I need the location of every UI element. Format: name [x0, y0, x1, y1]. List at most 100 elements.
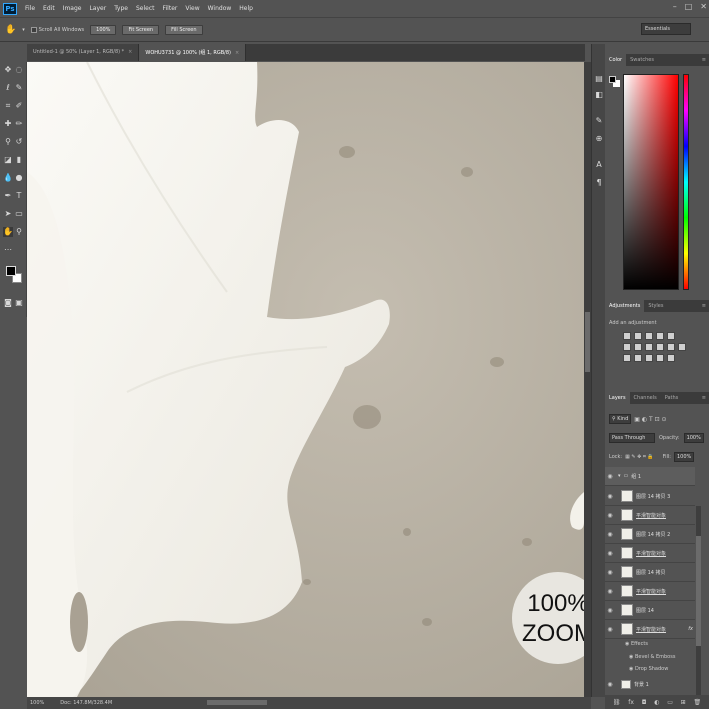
zoom-level[interactable]: 100%	[30, 700, 44, 706]
channel-mixer-icon[interactable]	[667, 343, 675, 351]
black-white-icon[interactable]	[645, 343, 653, 351]
add-style-icon[interactable]: fx	[628, 699, 634, 706]
tab-color[interactable]: Color	[605, 54, 627, 66]
color-balance-icon[interactable]	[634, 343, 642, 351]
menu-edit[interactable]: Edit	[39, 5, 59, 12]
menu-select[interactable]: Select	[132, 5, 159, 12]
lasso-tool-icon[interactable]: ℓ	[3, 83, 13, 93]
brush-panel-icon[interactable]: ✎	[594, 116, 604, 126]
add-mask-icon[interactable]: ◘	[642, 699, 647, 706]
maximize-icon[interactable]: □	[685, 2, 693, 11]
tab-paths[interactable]: Paths	[661, 395, 683, 401]
invert-icon[interactable]	[623, 354, 631, 362]
delete-layer-icon[interactable]: 🗑	[693, 699, 701, 706]
link-layers-icon[interactable]: ⛓	[613, 699, 621, 706]
layer-row[interactable]: ◉ 图层 14 拷贝 3	[605, 487, 695, 506]
visibility-eye-icon[interactable]: ◉	[605, 473, 615, 480]
visibility-eye-icon[interactable]: ◉	[605, 681, 615, 688]
selective-color-icon[interactable]	[667, 354, 675, 362]
menu-file[interactable]: File	[21, 5, 39, 12]
brightness-icon[interactable]	[623, 332, 631, 340]
layer-row[interactable]: ◉ 平滑智能对象	[605, 506, 695, 525]
visibility-eye-icon[interactable]: ◉	[605, 531, 615, 538]
filter-icons[interactable]: ▣ ◐ T ⊡ ⊙	[634, 416, 666, 423]
layer-row[interactable]: ◉ 图层 14 拷贝 2	[605, 525, 695, 544]
new-adjustment-icon[interactable]: ◐	[654, 699, 659, 706]
visibility-eye-icon[interactable]: ◉	[605, 512, 615, 519]
history-brush-icon[interactable]: ↺	[14, 137, 24, 147]
threshold-icon[interactable]	[645, 354, 653, 362]
effect-drop-shadow[interactable]: ◉ Drop Shadow	[629, 666, 668, 672]
layer-row[interactable]: ◉ 图层 14 拷贝	[605, 563, 695, 582]
document-canvas[interactable]: 100% ZOOM	[27, 62, 584, 697]
levels-icon[interactable]	[634, 332, 642, 340]
menu-help[interactable]: Help	[235, 5, 257, 12]
menu-filter[interactable]: Filter	[159, 5, 182, 12]
zoom-100-button[interactable]: 100%	[90, 24, 117, 35]
menu-image[interactable]: Image	[59, 5, 86, 12]
canvas-horizontal-scrollbar[interactable]	[207, 700, 267, 705]
menu-window[interactable]: Window	[204, 5, 236, 12]
fill-screen-button[interactable]: Fill Screen	[165, 24, 203, 35]
workspace-select[interactable]: Essentials	[641, 23, 691, 35]
blur-tool-icon[interactable]: 💧	[3, 173, 13, 183]
canvas-vertical-scrollbar[interactable]	[584, 62, 591, 697]
fit-screen-button[interactable]: Fit Screen	[122, 24, 160, 35]
vibrance-icon[interactable]	[667, 332, 675, 340]
path-select-icon[interactable]: ➤	[3, 209, 13, 219]
crop-tool-icon[interactable]: ⌗	[3, 101, 13, 111]
exposure-icon[interactable]	[656, 332, 664, 340]
visibility-eye-icon[interactable]: ◉	[605, 588, 615, 595]
history-icon[interactable]: ▤	[594, 74, 604, 84]
eyedropper-tool-icon[interactable]: ✐	[14, 101, 24, 111]
layer-filter-kind[interactable]: ⚲ Kind	[609, 414, 632, 424]
fill-field[interactable]: 100%	[673, 452, 695, 462]
hand-tool-icon[interactable]: ✋	[3, 227, 13, 237]
tab-adjustments[interactable]: Adjustments	[605, 300, 645, 312]
properties-icon[interactable]: ◧	[594, 90, 604, 100]
character-icon[interactable]: A	[594, 160, 604, 170]
paragraph-icon[interactable]: ¶	[594, 178, 604, 188]
layer-row[interactable]: ◉ 平滑智能对象 fx	[605, 620, 695, 639]
visibility-eye-icon[interactable]: ◉	[605, 626, 615, 633]
layer-row-group[interactable]: ◉ ▾ ▭ 组 1	[605, 467, 695, 486]
visibility-eye-icon[interactable]: ◉	[605, 607, 615, 614]
tab-channels[interactable]: Channels	[630, 395, 661, 401]
doc-tab-untitled[interactable]: Untitled-1 @ 50% (Layer 1, RGB/8) * ×	[27, 44, 140, 61]
fx-badge[interactable]: fx	[688, 626, 695, 632]
visibility-eye-icon[interactable]: ◉	[605, 550, 615, 557]
posterize-icon[interactable]	[634, 354, 642, 362]
dodge-tool-icon[interactable]: ●	[14, 173, 24, 183]
layers-scrollbar[interactable]	[696, 506, 701, 696]
visibility-eye-icon[interactable]: ◉	[605, 493, 615, 500]
more-tools-icon[interactable]: ⋯	[3, 245, 13, 255]
eraser-tool-icon[interactable]: ◪	[3, 155, 13, 165]
tab-layers[interactable]: Layers	[605, 392, 630, 404]
screen-mode-icon[interactable]: ▣	[14, 298, 24, 308]
close-tab-icon[interactable]: ×	[128, 49, 132, 55]
panel-menu-icon[interactable]: ≡	[698, 303, 709, 309]
opacity-field[interactable]: 100%	[683, 433, 704, 443]
clone-source-icon[interactable]: ⊕	[594, 134, 604, 144]
tab-styles[interactable]: Styles	[644, 303, 667, 309]
menu-layer[interactable]: Layer	[85, 5, 110, 12]
tab-swatches[interactable]: Swatches	[626, 57, 658, 63]
curves-icon[interactable]	[645, 332, 653, 340]
quick-select-tool-icon[interactable]: ✎	[14, 83, 24, 93]
blend-mode-select[interactable]: Pass Through	[609, 433, 655, 443]
effect-bevel-emboss[interactable]: ◉ Bevel & Emboss	[629, 654, 675, 660]
move-tool-icon[interactable]: ✥	[3, 65, 13, 75]
new-group-icon[interactable]: ▭	[667, 699, 673, 706]
visibility-eye-icon[interactable]: ◉	[605, 569, 615, 576]
gradient-map-icon[interactable]	[656, 354, 664, 362]
quick-mask-icon[interactable]: ◙	[3, 298, 13, 308]
chevron-down-icon[interactable]: ▾	[22, 27, 25, 33]
zoom-tool-icon[interactable]: ⚲	[14, 227, 24, 237]
type-tool-icon[interactable]: T	[14, 191, 24, 201]
photo-filter-icon[interactable]	[656, 343, 664, 351]
marquee-tool-icon[interactable]: ◌	[14, 65, 24, 75]
brush-tool-icon[interactable]: ✏	[14, 119, 24, 129]
shape-tool-icon[interactable]: ▭	[14, 209, 24, 219]
lock-icons[interactable]: ▦ ✎ ✥ ⌗ 🔒	[625, 454, 654, 460]
hue-slider[interactable]	[683, 74, 689, 290]
